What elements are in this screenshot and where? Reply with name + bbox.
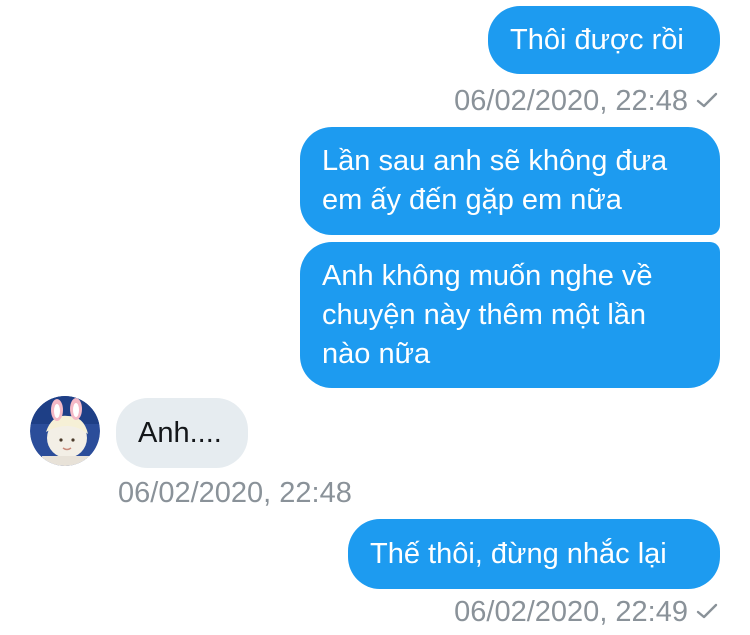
timestamp-text: 06/02/2020, 22:48 — [454, 85, 688, 117]
message-timestamp: 06/02/2020, 22:48 — [118, 476, 352, 510]
message-timestamp: 06/02/2020, 22:48 — [454, 84, 718, 118]
message-text: Thôi được rồi — [510, 23, 684, 56]
message-bubble-outgoing[interactable]: Thôi được rồi — [488, 6, 720, 74]
message-timestamp: 06/02/2020, 22:49 — [454, 595, 718, 629]
avatar-image — [30, 396, 100, 466]
message-text: Anh không muốn nghe về chuyện này thêm m… — [322, 259, 653, 370]
check-icon — [696, 603, 718, 619]
message-bubble-outgoing[interactable]: Lần sau anh sẽ không đưa em ấy đến gặp e… — [300, 127, 720, 235]
message-text: Lần sau anh sẽ không đưa em ấy đến gặp e… — [322, 145, 668, 216]
message-bubble-outgoing[interactable]: Thế thôi, đừng nhắc lại — [348, 519, 720, 589]
message-text: Thế thôi, đừng nhắc lại — [370, 537, 667, 570]
message-bubble-incoming[interactable]: Anh.... — [116, 398, 248, 468]
timestamp-text: 06/02/2020, 22:49 — [454, 596, 688, 628]
timestamp-text: 06/02/2020, 22:48 — [118, 477, 352, 509]
message-text: Anh.... — [138, 416, 222, 449]
message-bubble-outgoing[interactable]: Anh không muốn nghe về chuyện này thêm m… — [300, 242, 720, 388]
check-icon — [696, 92, 718, 108]
avatar[interactable] — [30, 396, 100, 466]
